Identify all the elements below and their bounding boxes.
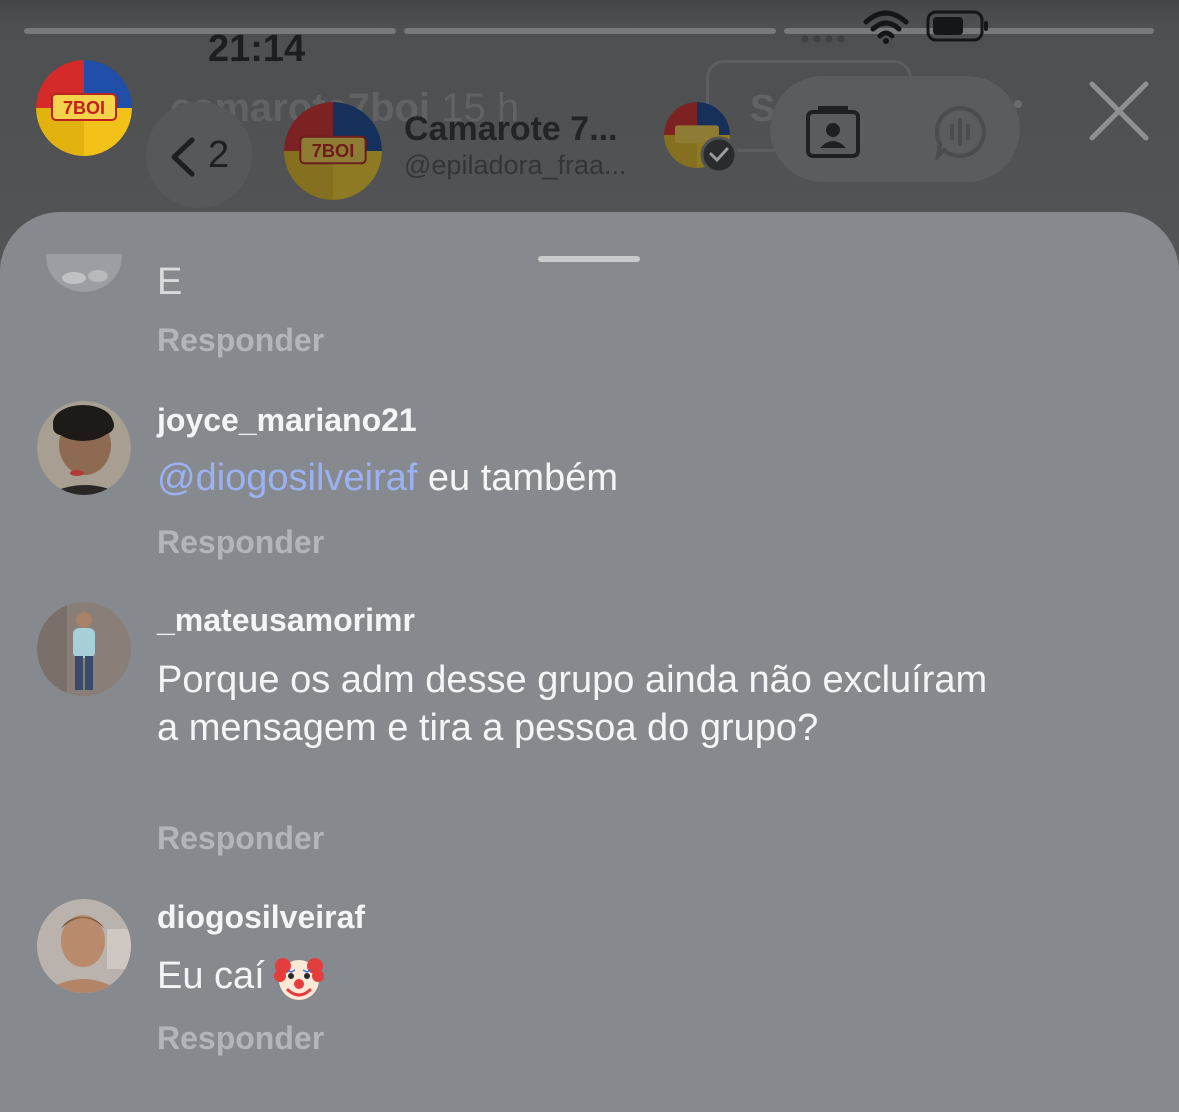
back-button[interactable] bbox=[146, 102, 252, 208]
svg-text:7BOI: 7BOI bbox=[312, 140, 355, 161]
unread-count: 2 bbox=[208, 134, 230, 176]
comment-text: E bbox=[157, 261, 183, 303]
comment-text-body: Eu caí bbox=[157, 955, 265, 998]
comment-text: Porque os adm desse grupo ainda não excl… bbox=[157, 659, 988, 749]
signal-icon bbox=[801, 35, 845, 43]
story-progress-segment bbox=[404, 28, 776, 34]
camarote-logo-icon: 7BOI bbox=[284, 102, 382, 200]
reply-button[interactable]: Responder bbox=[157, 322, 324, 359]
comment-username[interactable]: diogosilveiraf bbox=[157, 899, 365, 936]
reply-button[interactable]: Responder bbox=[157, 820, 324, 857]
comment-avatar[interactable] bbox=[37, 899, 131, 993]
clown-face-icon bbox=[273, 958, 324, 1000]
comment-avatar[interactable] bbox=[44, 254, 124, 296]
comment-text: @diogosilveiraf eu também bbox=[157, 454, 1017, 502]
comment-username[interactable]: _mateusamorimr bbox=[157, 602, 415, 639]
comment-avatar[interactable] bbox=[37, 401, 131, 495]
mention-link[interactable]: @diogosilveiraf bbox=[157, 457, 417, 499]
wifi-icon bbox=[863, 10, 909, 44]
reply-button[interactable]: Responder bbox=[157, 524, 324, 561]
chevron-left-icon bbox=[171, 137, 195, 177]
status-time: 21:14 bbox=[208, 28, 306, 70]
contact-card-icon[interactable] bbox=[804, 104, 862, 162]
comment-text: Eu caí bbox=[157, 952, 1017, 1004]
comment-text-body: eu também bbox=[417, 457, 619, 499]
close-icon[interactable] bbox=[1084, 76, 1154, 146]
verified-badge-icon bbox=[700, 136, 738, 174]
chat-avatar[interactable]: 7BOI bbox=[284, 102, 382, 200]
comment-avatar[interactable] bbox=[37, 602, 131, 696]
battery-icon bbox=[926, 10, 988, 42]
comment-username[interactable]: joyce_mariano21 bbox=[157, 402, 417, 439]
reply-button[interactable]: Responder bbox=[157, 1020, 324, 1057]
camarote-logo-icon: 7BOI bbox=[36, 60, 132, 156]
chat-title[interactable]: Camarote 7... bbox=[404, 110, 618, 149]
audio-call-icon[interactable] bbox=[932, 104, 988, 160]
story-avatar[interactable]: 7BOI bbox=[36, 60, 132, 156]
svg-text:7BOI: 7BOI bbox=[63, 98, 105, 118]
chat-handle: @epiladora_fraa... bbox=[404, 150, 627, 180]
